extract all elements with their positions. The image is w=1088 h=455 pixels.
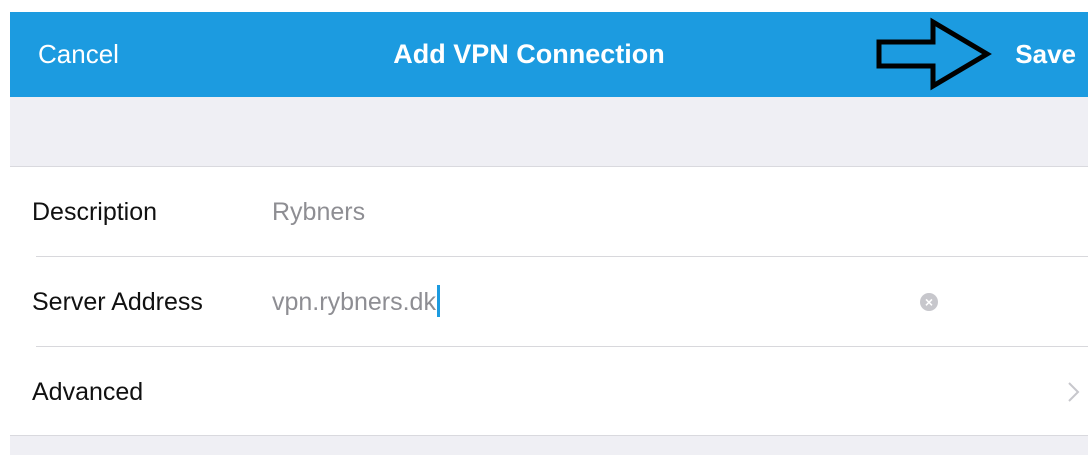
section-spacer xyxy=(10,97,1088,167)
server-address-label: Server Address xyxy=(32,288,203,316)
vpn-form: Description Rybners Server Address vpn.r… xyxy=(10,167,1088,435)
chevron-right-icon xyxy=(1068,382,1080,402)
advanced-row[interactable]: Advanced xyxy=(10,347,1088,437)
clear-icon[interactable]: × xyxy=(920,293,938,311)
server-address-row[interactable]: Server Address vpn.rybners.dk × xyxy=(10,257,1088,347)
vpn-settings-screen: Cancel Add VPN Connection Save Descripti… xyxy=(0,0,1088,455)
description-label: Description xyxy=(32,198,158,226)
description-field[interactable]: Rybners xyxy=(272,197,365,227)
save-button[interactable]: Save xyxy=(1015,38,1076,70)
server-address-field[interactable]: vpn.rybners.dk xyxy=(272,285,892,319)
text-caret xyxy=(436,285,440,317)
section-spacer-bottom xyxy=(10,435,1088,455)
arrow-annotation-icon xyxy=(876,17,992,91)
advanced-label: Advanced xyxy=(32,378,144,406)
server-address-value: vpn.rybners.dk xyxy=(272,288,436,316)
description-row[interactable]: Description Rybners xyxy=(10,167,1088,257)
